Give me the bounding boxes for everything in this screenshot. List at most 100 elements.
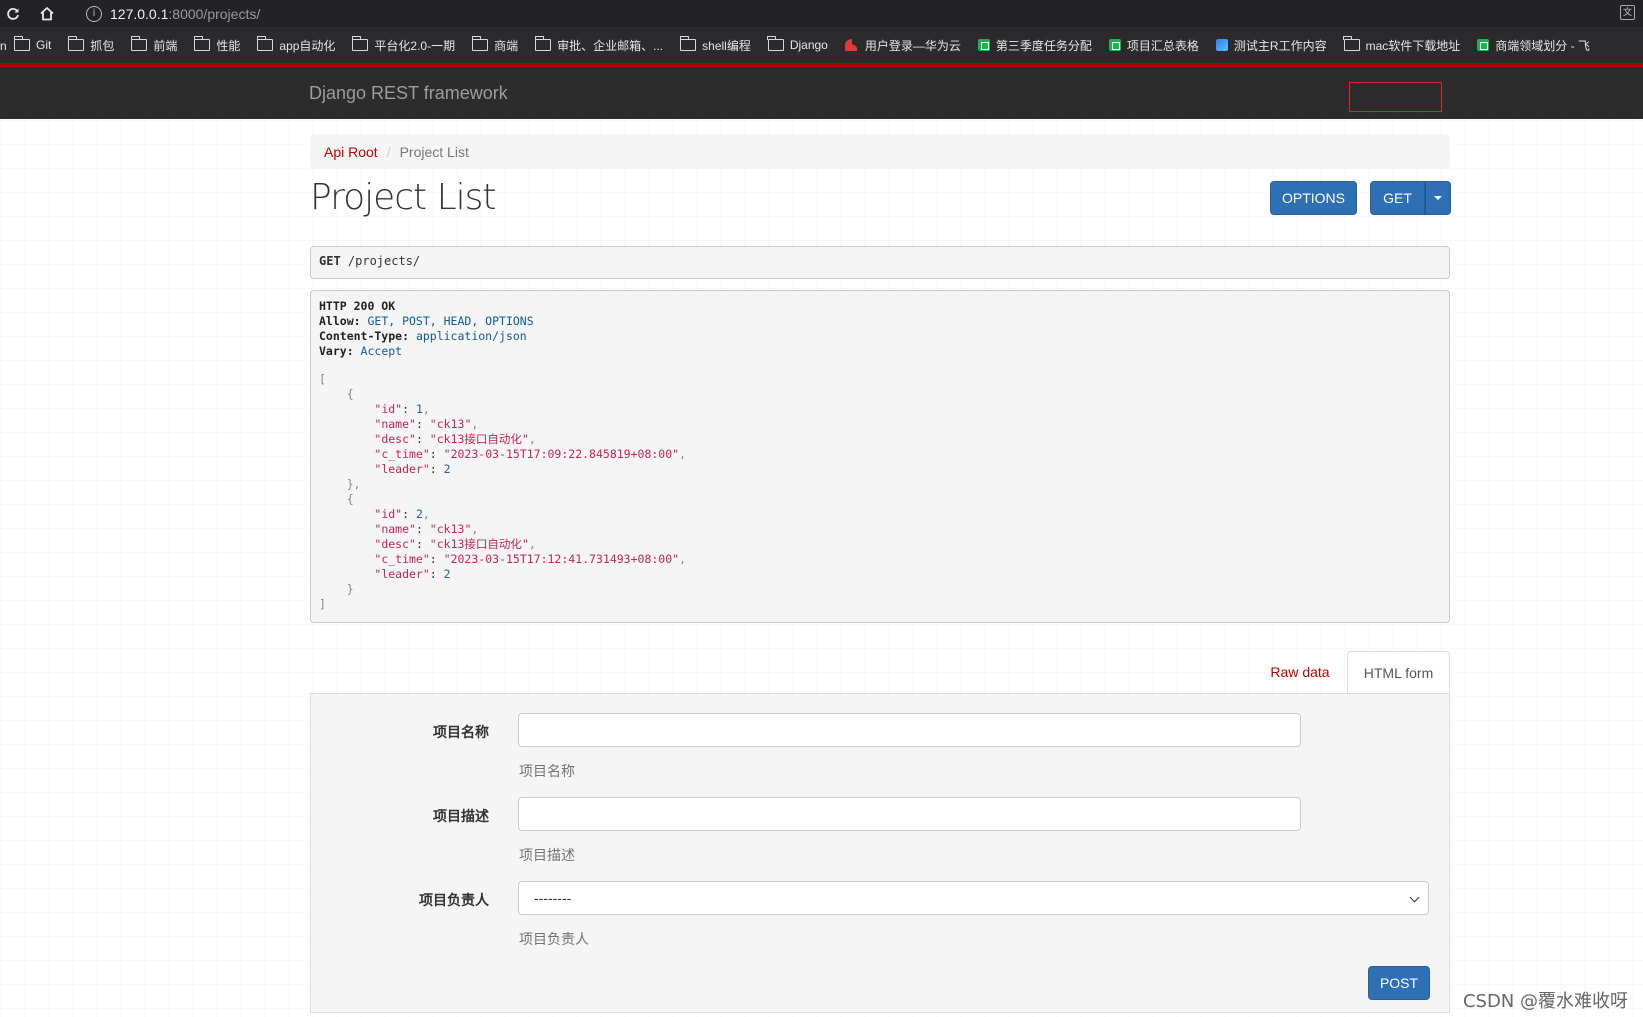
response-info: HTTP 200 OK Allow: GET, POST, HEAD, OPTI…	[310, 290, 1450, 623]
tab-html-form[interactable]: HTML form	[1347, 651, 1450, 693]
bookmark-label: 抓包	[90, 38, 115, 53]
bookmark-item[interactable]: 抓包	[67, 36, 115, 54]
highlight-box	[1349, 82, 1442, 112]
json-value-text: 2	[443, 462, 451, 476]
bookmark-item[interactable]: 商端领域划分 - 飞	[1477, 37, 1590, 54]
bookmark-item[interactable]: shell编程	[679, 36, 751, 54]
json-line: "desc": "ck13接口自动化",	[374, 537, 536, 551]
json-brace: {	[346, 387, 354, 401]
json-comma: ,	[679, 552, 687, 566]
get-format-dropdown[interactable]	[1425, 181, 1451, 215]
json-key: "leader"	[374, 462, 430, 476]
breadcrumb-current: Project List	[399, 143, 469, 160]
home-icon[interactable]	[38, 5, 56, 23]
tab-raw-data[interactable]: Raw data	[1260, 651, 1340, 693]
name-help: 项目名称	[519, 763, 575, 779]
bookmark-item[interactable]: 审批、企业邮箱、...	[534, 36, 664, 54]
navbar-brand[interactable]: Django REST framework	[309, 83, 508, 104]
response-header-line: Allow: GET, POST, HEAD, OPTIONS	[319, 314, 1441, 329]
json-comma: ,	[471, 417, 479, 431]
json-value: "ck13接口自动化"	[429, 537, 529, 551]
bookmark-item[interactable]: 平台化2.0-一期	[351, 36, 456, 54]
json-line: }	[319, 582, 1441, 597]
page-title: Project List	[310, 177, 497, 218]
json-line: {	[319, 387, 1441, 402]
bookmark-label: 测试主R工作内容	[1233, 38, 1327, 53]
folder-icon	[534, 36, 552, 51]
json-value: 1	[416, 402, 423, 416]
reload-icon[interactable]	[4, 5, 22, 23]
header-name: Vary:	[319, 344, 354, 358]
bookmark-item[interactable]: Git	[13, 36, 52, 52]
bookmark-label: 商端领域划分 - 飞	[1495, 38, 1590, 53]
json-comma: ,	[422, 507, 430, 521]
bookmark-item[interactable]: 性能	[193, 36, 240, 54]
response-body: [ { "id": 1, "name": "ck13", "desc": "ck…	[319, 372, 1441, 612]
json-value: 2	[444, 462, 451, 476]
json-key: "desc"	[374, 537, 416, 551]
browser-toolbar: i 127.0.0.1:8000/projects/ 文	[0, 0, 1643, 27]
post-button[interactable]: POST	[1368, 966, 1430, 1000]
breadcrumb-api-root[interactable]: Api Root	[324, 144, 378, 160]
bookmark-item[interactable]: app自动化	[256, 36, 336, 54]
options-button[interactable]: OPTIONS	[1270, 181, 1357, 215]
json-value-text: 2023-03-15T17:12:41.731493+08:00	[450, 552, 673, 566]
bookmark-label: 平台化2.0-一期	[374, 38, 456, 53]
request-path: /projects/	[340, 254, 421, 268]
folder-icon	[471, 36, 489, 51]
get-button[interactable]: GET	[1370, 181, 1425, 215]
response-header-line: Content-Type: application/json	[319, 329, 1441, 344]
json-line: "c_time": "2023-03-15T17:12:41.731493+08…	[374, 552, 687, 566]
header-value: GET, POST, HEAD, OPTIONS	[360, 314, 534, 328]
response-status: HTTP 200 OK	[319, 299, 396, 313]
header-name: Allow:	[319, 314, 361, 328]
bookmark-item[interactable]: 项目汇总表格	[1108, 37, 1199, 54]
folder-icon	[679, 36, 697, 51]
breadcrumb-separator: /	[386, 143, 391, 160]
sheet-icon	[1108, 39, 1121, 51]
form-tabs: Raw data HTML form	[310, 651, 1450, 693]
url-host: 127.0.0.1	[110, 5, 169, 22]
folder-icon	[13, 36, 30, 51]
bookmark-label: 审批、企业邮箱、...	[557, 38, 664, 53]
bookmark-item[interactable]: 商端	[471, 36, 519, 54]
desc-input[interactable]	[518, 797, 1301, 831]
json-line: "id": 2,	[374, 507, 430, 521]
json-value-text: ck13接口自动化	[436, 537, 522, 551]
leader-label: 项目负责人	[419, 892, 489, 908]
bookmark-item[interactable]: 测试主R工作内容	[1215, 37, 1327, 54]
json-value-text: 2	[415, 507, 423, 521]
bookmark-item[interactable]: 前端	[130, 36, 178, 54]
bookmark-label: 商端	[494, 38, 519, 53]
breadcrumb: Api Root / Project List	[310, 134, 1450, 169]
main-content: Api Root / Project List Project List OPT…	[310, 134, 1451, 1013]
address-bar[interactable]: 127.0.0.1:8000/projects/	[110, 6, 260, 22]
bookmark-item[interactable]: Django	[767, 36, 828, 52]
bookmark-label: 前端	[153, 38, 178, 53]
json-value-text: ck13	[436, 417, 465, 431]
bookmark-label: Git	[36, 38, 52, 52]
request-method: GET	[319, 254, 341, 268]
name-label: 项目名称	[433, 724, 489, 740]
bookmark-item[interactable]: mac软件下载地址	[1343, 36, 1460, 54]
folder-icon	[193, 36, 211, 51]
leader-help: 项目负责人	[519, 931, 589, 947]
name-input[interactable]	[518, 713, 1301, 747]
json-line: },	[319, 477, 1441, 492]
json-comma: ,	[471, 522, 479, 536]
json-line: [	[319, 372, 1441, 387]
site-info-icon[interactable]: i	[86, 5, 102, 22]
json-line: ]	[319, 597, 1441, 612]
translate-icon[interactable]: 文	[1620, 5, 1635, 20]
bookmark-label: app自动化	[279, 38, 336, 53]
header-name: Content-Type:	[319, 329, 410, 343]
json-line: "leader": 2	[374, 567, 451, 581]
folder-icon	[351, 36, 369, 51]
bookmark-item[interactable]: 第三季度任务分配	[977, 37, 1092, 54]
json-bracket: ]	[319, 597, 326, 611]
bookmark-item[interactable]: 用户登录—华为云	[844, 37, 961, 54]
bookmark-cutoff: n	[0, 39, 7, 53]
leader-select[interactable]: --------	[518, 881, 1429, 915]
bookmark-label: Django	[789, 38, 828, 52]
bookmark-label: 项目汇总表格	[1126, 38, 1199, 53]
